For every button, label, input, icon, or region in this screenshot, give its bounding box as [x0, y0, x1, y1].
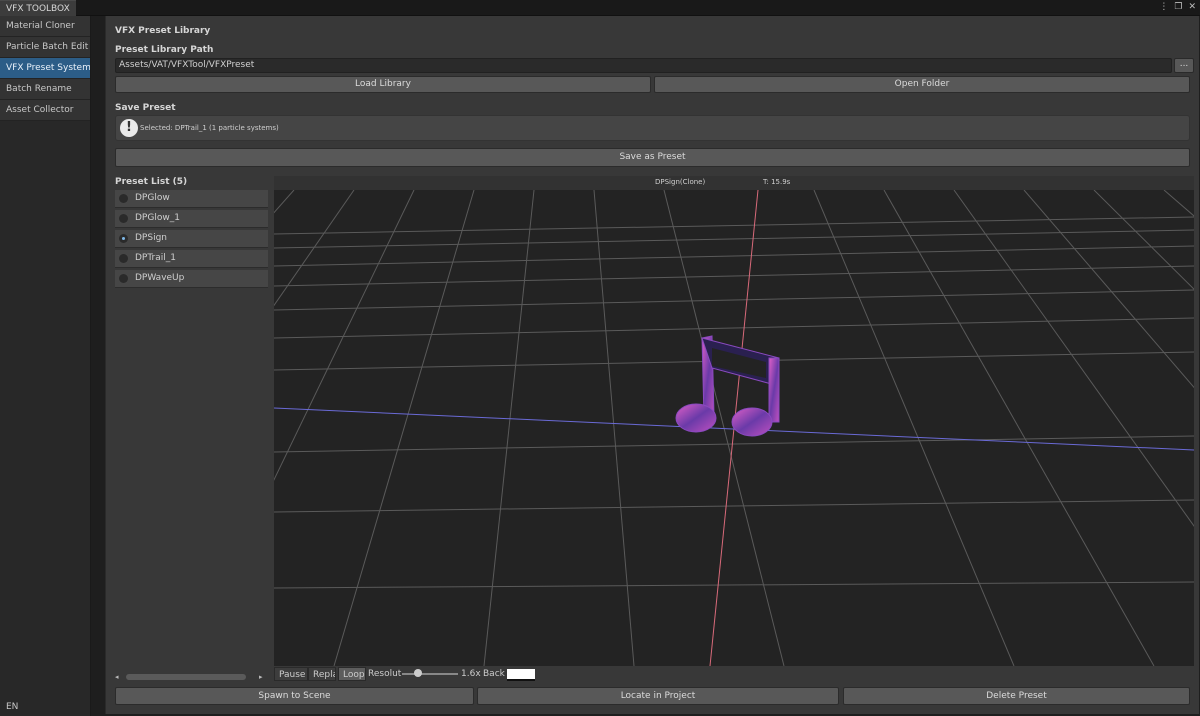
kebab-menu-icon[interactable]: ⋮ — [1159, 1, 1168, 14]
close-icon[interactable]: ✕ — [1188, 1, 1196, 14]
preset-name: DPGlow — [135, 193, 170, 203]
list-horizontal-scrollbar[interactable]: ◂ ▸ — [115, 671, 268, 683]
preset-name: DPSign — [135, 233, 167, 243]
scroll-left-icon[interactable]: ◂ — [115, 671, 119, 683]
preset-name: DPWaveUp — [135, 273, 185, 283]
scroll-thumb[interactable] — [126, 674, 246, 680]
list-item[interactable]: DPTrail_1 — [115, 250, 268, 268]
preview-viewport[interactable] — [274, 190, 1194, 666]
path-label: Preset Library Path — [115, 45, 214, 55]
preset-name: DPTrail_1 — [135, 253, 176, 263]
resolution-label: Resolut — [368, 669, 402, 679]
sidebar-item-batch-rename[interactable]: Batch Rename — [0, 79, 90, 100]
delete-preset-button[interactable]: Delete Preset — [843, 687, 1190, 705]
radio-icon — [119, 194, 128, 203]
preset-path-field[interactable]: Assets/VAT/VFXTool/VFXPreset — [115, 58, 1172, 73]
pause-button[interactable]: Pause — [274, 667, 308, 681]
locate-in-project-button[interactable]: Locate in Project — [477, 687, 839, 705]
browse-button[interactable]: ... — [1174, 58, 1194, 73]
preview-controls: Pause Replay Loop Resolut 1.6x Back — [274, 667, 694, 681]
spawn-to-scene-button[interactable]: Spawn to Scene — [115, 687, 474, 705]
help-box: ! Selected: DPTrail_1 (1 particle system… — [115, 115, 1190, 141]
scale-slider[interactable] — [402, 673, 458, 675]
title-bar: VFX TOOLBOX ⋮ ❐ ✕ — [0, 0, 1200, 16]
preview-object-name: DPSign(Clone) — [655, 178, 706, 186]
sidebar-item-material-cloner[interactable]: Material Cloner — [0, 16, 90, 37]
open-folder-button[interactable]: Open Folder — [654, 76, 1190, 93]
list-item[interactable]: DPGlow_1 — [115, 210, 268, 228]
title-icons: ⋮ ❐ ✕ — [1159, 1, 1196, 14]
save-preset-heading: Save Preset — [115, 103, 176, 113]
background-color-swatch[interactable] — [507, 669, 535, 681]
list-item[interactable]: DPWaveUp — [115, 270, 268, 288]
sidebar: Material Cloner Particle Batch Edit VFX … — [0, 16, 91, 716]
background-label: Back — [483, 669, 505, 679]
preset-list: DPGlow DPGlow_1 DPSign DPTrail_1 DPWaveU… — [115, 190, 268, 666]
language-label[interactable]: EN — [6, 702, 18, 712]
sidebar-item-particle-batch-edit[interactable]: Particle Batch Edit — [0, 37, 90, 58]
help-text: Selected: DPTrail_1 (1 particle systems) — [140, 124, 279, 132]
radio-icon — [119, 214, 128, 223]
scale-value: 1.6x — [461, 669, 481, 679]
preset-name: DPGlow_1 — [135, 213, 180, 223]
save-as-preset-button[interactable]: Save as Preset — [115, 148, 1190, 167]
main-panel: VFX Preset Library Preset Library Path A… — [105, 16, 1199, 714]
preview-header: DPSign(Clone) T: 15.9s — [274, 176, 1194, 190]
warning-icon: ! — [120, 119, 138, 137]
sidebar-item-vfx-preset-system[interactable]: VFX Preset System — [0, 58, 90, 79]
sidebar-item-asset-collector[interactable]: Asset Collector — [0, 100, 90, 121]
scale-slider-handle[interactable] — [414, 669, 422, 677]
preset-list-label: Preset List (5) — [115, 177, 188, 187]
list-item[interactable]: DPGlow — [115, 190, 268, 208]
load-library-button[interactable]: Load Library — [115, 76, 651, 93]
list-item[interactable]: DPSign — [115, 230, 268, 248]
scroll-right-icon[interactable]: ▸ — [259, 671, 263, 683]
radio-icon — [119, 254, 128, 263]
perspective-grid — [274, 190, 1194, 666]
maximize-icon[interactable]: ❐ — [1174, 1, 1182, 14]
loop-toggle[interactable]: Loop — [338, 667, 366, 681]
replay-button[interactable]: Replay — [308, 667, 336, 681]
radio-selected-icon — [119, 234, 128, 243]
section-title: VFX Preset Library — [115, 26, 211, 36]
preview-time: T: 15.9s — [763, 178, 791, 186]
window-tab[interactable]: VFX TOOLBOX — [0, 0, 76, 16]
radio-icon — [119, 274, 128, 283]
music-note-icon — [675, 335, 780, 437]
